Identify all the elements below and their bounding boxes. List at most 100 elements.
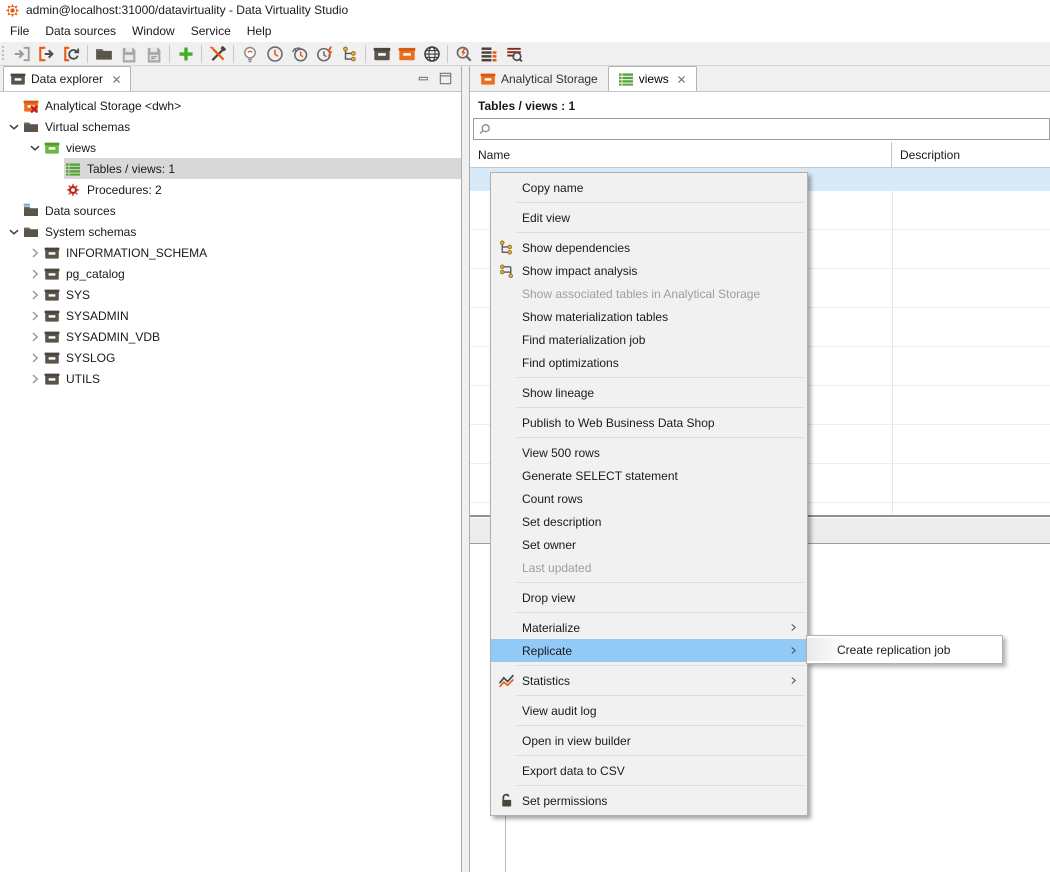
dependencies-icon: [498, 239, 515, 256]
toolbar-button-reconnect[interactable]: [59, 43, 84, 65]
tree-item-sysadmin-vdb[interactable]: SYSADMIN_VDB: [0, 326, 461, 347]
menu-item-publish-to-web-business-data-shop[interactable]: Publish to Web Business Data Shop: [491, 411, 807, 434]
toolbar-button-clock[interactable]: [262, 43, 287, 65]
toolbar-button-tools[interactable]: [205, 43, 230, 65]
menu-item-statistics[interactable]: Statistics: [491, 669, 807, 692]
menubar-item-window[interactable]: Window: [124, 21, 183, 41]
data-explorer-panel: Data explorer Analytical Storage <dwh> Vi…: [0, 66, 462, 872]
submenu-item-create-replication-job[interactable]: Create replication job: [807, 638, 1002, 661]
toolbar-button-search-run[interactable]: [451, 43, 476, 65]
maximize-icon[interactable]: [438, 71, 453, 86]
menu-item-find-materialization-job[interactable]: Find materialization job: [491, 328, 807, 351]
column-header-name[interactable]: Name: [470, 142, 892, 167]
menu-item-find-optimizations[interactable]: Find optimizations: [491, 351, 807, 374]
tab-views[interactable]: views: [608, 66, 697, 91]
toolbar-button-globe[interactable]: [419, 43, 444, 65]
tree-item-data-sources[interactable]: Data sources: [0, 200, 461, 221]
menu-separator: [516, 377, 804, 378]
tree-item-syslog[interactable]: SYSLOG: [0, 347, 461, 368]
tree-item-body: Analytical Storage <dwh>: [22, 95, 461, 116]
menu-item-show-lineage[interactable]: Show lineage: [491, 381, 807, 404]
column-header-description[interactable]: Description: [892, 142, 1050, 167]
menubar-item-data-sources[interactable]: Data sources: [37, 21, 124, 41]
toolbar-button-connect[interactable]: [9, 43, 34, 65]
toolbar-button-add[interactable]: [173, 43, 198, 65]
menu-item-label: Set owner: [522, 538, 576, 552]
toolbar-button-lightbulb[interactable]: [237, 43, 262, 65]
menubar-item-file[interactable]: File: [2, 21, 37, 41]
menu-separator: [516, 612, 804, 613]
toolbar-grip-handle[interactable]: [2, 46, 7, 62]
toolbar-button-schedule[interactable]: [312, 43, 337, 65]
storage-error-icon: [23, 98, 39, 114]
tree-item-views[interactable]: views: [0, 137, 461, 158]
menubar-item-help[interactable]: Help: [239, 21, 280, 41]
toolbar-button-archive-orange[interactable]: [394, 43, 419, 65]
menubar-item-service[interactable]: Service: [183, 21, 239, 41]
panel-sash[interactable]: [462, 66, 469, 872]
tree-item-sysadmin[interactable]: SYSADMIN: [0, 305, 461, 326]
tree-item-label: Virtual schemas: [45, 120, 130, 134]
menu-item-set-owner[interactable]: Set owner: [491, 533, 807, 556]
tree-item-virtual-schemas[interactable]: Virtual schemas: [0, 116, 461, 137]
filter-input[interactable]: [492, 120, 1049, 138]
tree-item-information-schema[interactable]: INFORMATION_SCHEMA: [0, 242, 461, 263]
menu-item-copy-name[interactable]: Copy name: [491, 176, 807, 199]
tree-item-body: Tables / views: 1: [64, 158, 461, 179]
tree-item-analytical-storage-dwh[interactable]: Analytical Storage <dwh>: [0, 95, 461, 116]
menu-item-set-permissions[interactable]: Set permissions: [491, 789, 807, 812]
menu-item-generate-select-statement[interactable]: Generate SELECT statement: [491, 464, 807, 487]
toolbar-button-folder-open[interactable]: [91, 43, 116, 65]
tree-item-body: views: [43, 137, 461, 158]
drawer-green-icon: [44, 140, 60, 156]
chevron-right-icon: [27, 371, 43, 387]
toolbar-button-save[interactable]: [116, 43, 141, 65]
menu-item-view-500-rows[interactable]: View 500 rows: [491, 441, 807, 464]
menu-item-export-data-to-csv[interactable]: Export data to CSV: [491, 759, 807, 782]
submenu-replicate: Create replication job: [806, 635, 1003, 664]
archive-dark-icon: [10, 71, 26, 87]
chevron-down-icon: [6, 119, 22, 135]
toolbar-button-save-all[interactable]: [141, 43, 166, 65]
close-icon[interactable]: [111, 74, 122, 85]
impact-analysis-icon: [498, 262, 515, 279]
toolbar-button-table-list[interactable]: [476, 43, 501, 65]
menu-item-set-description[interactable]: Set description: [491, 510, 807, 533]
menu-item-materialize[interactable]: Materialize: [491, 616, 807, 639]
filter-searchbox: [473, 118, 1050, 140]
menu-item-show-associated-tables-in-analytical-storage: Show associated tables in Analytical Sto…: [491, 282, 807, 305]
toolbar-button-archive-dark[interactable]: [369, 43, 394, 65]
tab-data-explorer[interactable]: Data explorer: [3, 66, 131, 91]
menu-separator: [516, 437, 804, 438]
menu-item-edit-view[interactable]: Edit view: [491, 206, 807, 229]
menu-item-show-materialization-tables[interactable]: Show materialization tables: [491, 305, 807, 328]
tree-item-sys[interactable]: SYS: [0, 284, 461, 305]
menu-item-view-audit-log[interactable]: View audit log: [491, 699, 807, 722]
menu-item-gutter: [491, 239, 522, 256]
toolbar-button-dependency-tree[interactable]: [337, 43, 362, 65]
toolbar-button-disconnect[interactable]: [34, 43, 59, 65]
menu-item-show-impact-analysis[interactable]: Show impact analysis: [491, 259, 807, 282]
menu-item-open-in-view-builder[interactable]: Open in view builder: [491, 729, 807, 752]
tree-item-procedures-2[interactable]: Procedures: 2: [0, 179, 461, 200]
drawer-dark-icon: [44, 308, 60, 324]
tree-item-system-schemas[interactable]: System schemas: [0, 221, 461, 242]
menu-item-drop-view[interactable]: Drop view: [491, 586, 807, 609]
toolbar-button-search-table[interactable]: [501, 43, 526, 65]
menu-item-count-rows[interactable]: Count rows: [491, 487, 807, 510]
dependency-tree-icon: [341, 45, 359, 63]
menu-item-label: Show lineage: [522, 386, 594, 400]
tab-analytical-storage[interactable]: Analytical Storage: [470, 66, 608, 91]
menu-item-replicate[interactable]: ReplicateCreate replication job: [491, 639, 807, 662]
chevron-down-icon: [27, 140, 43, 156]
menu-item-label: Edit view: [522, 211, 570, 225]
menu-item-show-dependencies[interactable]: Show dependencies: [491, 236, 807, 259]
minimize-icon[interactable]: [417, 71, 432, 86]
tree-item-utils[interactable]: UTILS: [0, 368, 461, 389]
toolbar-button-history[interactable]: [287, 43, 312, 65]
tree-item-tables-views-1[interactable]: Tables / views: 1: [0, 158, 461, 179]
folder-icon: [23, 119, 39, 135]
expander-spacer: [48, 161, 64, 177]
archive-orange-icon: [480, 71, 496, 87]
tree-item-pg-catalog[interactable]: pg_catalog: [0, 263, 461, 284]
